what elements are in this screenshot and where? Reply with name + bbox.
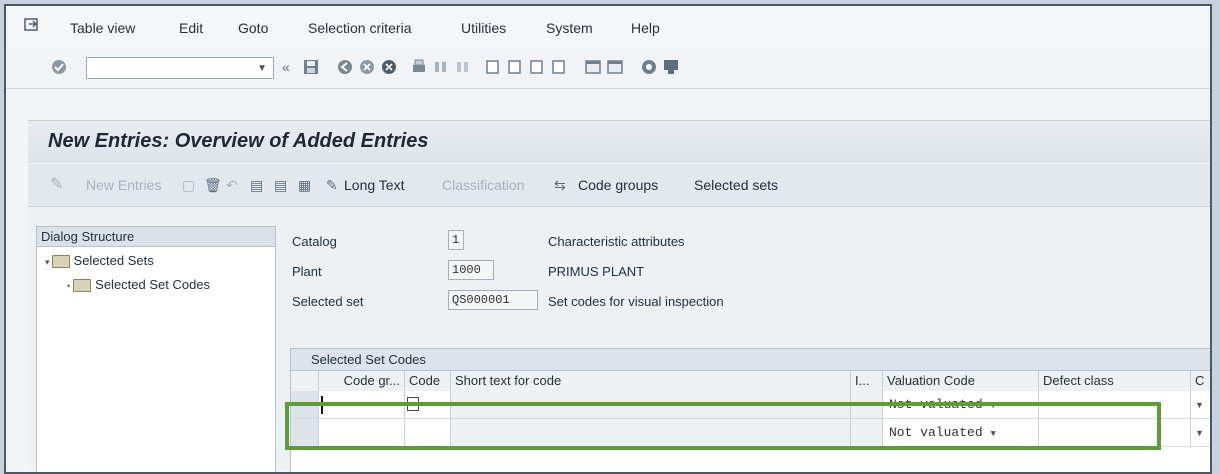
selected-set-field[interactable]: QS000001 <box>448 290 538 310</box>
tree-node-label: Selected Sets <box>73 253 154 268</box>
column-indicator[interactable]: I... <box>851 371 883 391</box>
prev-page-icon[interactable] <box>506 57 524 77</box>
sap-window: Table view Edit Goto Selection criteria … <box>4 4 1212 474</box>
save-icon[interactable] <box>302 57 320 77</box>
plant-field[interactable]: 1000 <box>448 260 494 280</box>
next-page-icon[interactable] <box>528 57 546 77</box>
short-text-cell[interactable] <box>451 419 851 447</box>
select-all-icon[interactable]: ▤ <box>250 177 263 194</box>
tree-node-selected-set-codes[interactable]: • Selected Set Codes <box>67 277 211 293</box>
tree-node-selected-sets[interactable]: ▾ Selected Sets <box>45 253 154 269</box>
menu-help[interactable]: Help <box>631 20 660 36</box>
screen-title: New Entries: Overview of Added Entries <box>48 130 429 152</box>
folder-open-icon <box>73 279 92 293</box>
menu-goto[interactable]: Goto <box>238 20 268 36</box>
code-input[interactable] <box>405 419 451 447</box>
display-change-icon[interactable]: ✎ <box>50 174 63 194</box>
row-selector[interactable] <box>291 391 319 419</box>
row-selector-header[interactable] <box>291 371 319 391</box>
catalog-description: Characteristic attributes <box>548 234 685 249</box>
exit-icon[interactable] <box>358 57 376 77</box>
column-defect-class[interactable]: Defect class <box>1039 371 1191 391</box>
row-selector[interactable] <box>291 419 319 447</box>
column-short-text[interactable]: Short text for code <box>451 371 851 391</box>
menu-icon[interactable] <box>24 17 40 33</box>
classification-button[interactable]: Classification <box>442 177 524 193</box>
selected-sets-button[interactable]: Selected sets <box>694 177 778 193</box>
menu-selection-criteria[interactable]: Selection criteria <box>308 20 412 36</box>
menu-bar: Table view Edit Goto Selection criteria … <box>6 6 1210 49</box>
command-field[interactable]: ▼ <box>86 57 274 79</box>
dropdown-arrow-icon[interactable]: ▼ <box>990 401 995 411</box>
indicator-cell[interactable] <box>851 419 883 447</box>
valuation-code-value: Not valuated <box>889 425 983 440</box>
code-groups-icon[interactable]: ⇆ <box>554 177 566 194</box>
find-icon[interactable] <box>432 57 450 77</box>
create-session-icon[interactable] <box>584 57 602 77</box>
system-toolbar: ▼ « <box>6 48 1210 89</box>
back-icon[interactable] <box>336 57 354 77</box>
screen-title-bar: New Entries: Overview of Added Entries <box>28 120 1210 163</box>
cancel-icon[interactable] <box>380 57 398 77</box>
undo-icon[interactable]: ↶ <box>226 177 238 194</box>
application-toolbar: ✎ New Entries ▢ 🗑 ↶ ▤ ▤ ▦ ✎ Long Text Cl… <box>28 164 1210 207</box>
find-next-icon[interactable] <box>454 57 472 77</box>
plant-label: Plant <box>292 264 322 279</box>
code-input[interactable] <box>405 391 451 419</box>
valuation-code-value: Not valuated <box>889 397 983 412</box>
delete-icon[interactable]: 🗑 <box>204 177 222 194</box>
code-group-input[interactable] <box>319 391 405 419</box>
dropdown-arrow-icon[interactable]: ▼ <box>990 429 995 439</box>
menu-edit[interactable]: Edit <box>179 20 203 36</box>
selected-set-description: Set codes for visual inspection <box>548 294 724 309</box>
column-c[interactable]: C <box>1191 371 1210 391</box>
indicator-cell[interactable] <box>851 391 883 419</box>
print-icon[interactable] <box>410 57 428 77</box>
selected-set-label: Selected set <box>292 294 364 309</box>
new-entries-button[interactable]: New Entries <box>86 177 161 193</box>
catalog-label: Catalog <box>292 234 337 249</box>
first-page-icon[interactable] <box>484 57 502 77</box>
check-icon[interactable] <box>50 57 68 77</box>
long-text-button[interactable]: Long Text <box>344 177 404 193</box>
dialog-structure-tree: Dialog Structure ▾ Selected Sets • Selecte… <box>36 226 276 472</box>
bullet-icon: • <box>67 281 71 291</box>
valuation-code-dropdown[interactable]: Not valuated ▼ <box>883 419 1039 447</box>
defect-class-arrow-icon[interactable]: ▼ <box>1191 419 1210 447</box>
tree-header: Dialog Structure <box>37 227 275 247</box>
column-valuation-code[interactable]: Valuation Code <box>883 371 1039 391</box>
help-icon[interactable] <box>640 57 658 77</box>
dropdown-arrow-icon[interactable]: ▼ <box>257 63 267 74</box>
tree-node-label: Selected Set Codes <box>95 277 211 292</box>
folder-icon <box>51 255 70 269</box>
deselect-all-icon[interactable]: ▦ <box>298 177 311 194</box>
code-groups-button[interactable]: Code groups <box>578 177 658 193</box>
selected-set-codes-table: Selected Set Codes Code gr... Code Short… <box>290 348 1210 472</box>
defect-class-arrow-icon[interactable]: ▼ <box>1191 391 1210 419</box>
valuation-code-dropdown[interactable]: Not valuated ▼ <box>883 391 1039 419</box>
long-text-icon[interactable]: ✎ <box>326 177 338 194</box>
expand-icon[interactable]: ▾ <box>45 257 50 267</box>
menu-system[interactable]: System <box>546 20 593 36</box>
copy-icon[interactable]: ▢ <box>182 177 195 194</box>
defect-class-dropdown[interactable] <box>1039 419 1191 447</box>
last-page-icon[interactable] <box>550 57 568 77</box>
shortcut-icon[interactable] <box>606 57 624 77</box>
defect-class-dropdown[interactable] <box>1039 391 1191 419</box>
table-caption: Selected Set Codes <box>291 349 1210 371</box>
code-group-input[interactable] <box>319 419 405 447</box>
menu-table-view[interactable]: Table view <box>70 20 135 36</box>
menu-utilities[interactable]: Utilities <box>461 20 506 36</box>
column-code[interactable]: Code <box>405 371 451 391</box>
customize-icon[interactable] <box>662 57 680 77</box>
select-block-icon[interactable]: ▤ <box>274 177 287 194</box>
dialog-area: Dialog Structure ▾ Selected Sets • Selecte… <box>28 208 1210 472</box>
code-search-help-icon[interactable] <box>407 397 419 411</box>
catalog-field[interactable]: 1 <box>448 230 464 250</box>
short-text-cell[interactable] <box>451 391 851 419</box>
text-cursor <box>321 396 323 414</box>
plant-description: PRIMUS PLANT <box>548 264 645 279</box>
collapse-icon[interactable]: « <box>282 59 300 79</box>
column-code-group[interactable]: Code gr... <box>319 371 405 391</box>
